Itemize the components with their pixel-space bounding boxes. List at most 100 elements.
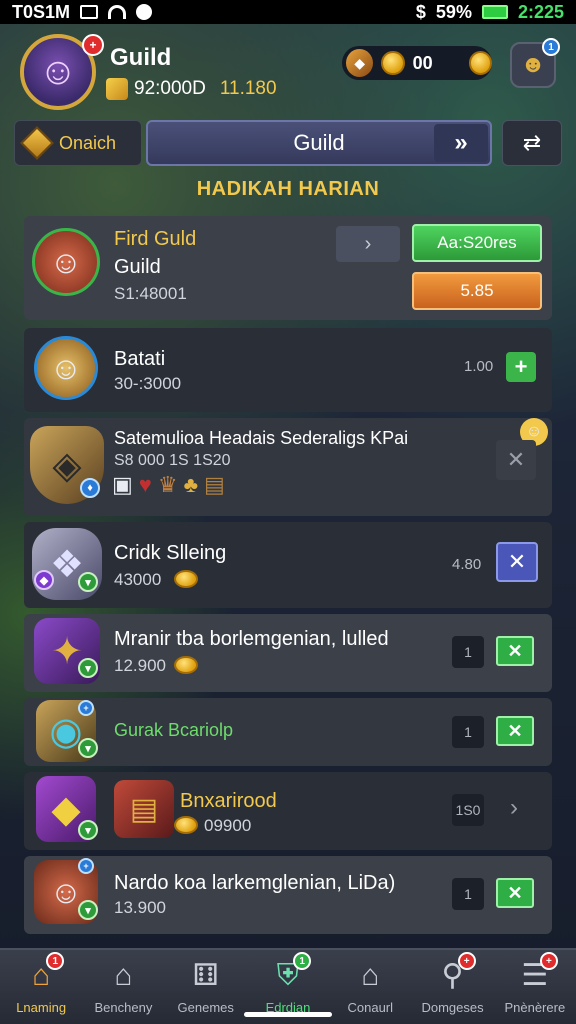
hero-avatar: ☺ (32, 228, 100, 296)
nav-label: Bencheny (94, 1000, 153, 1015)
row-count: 1S0 (452, 794, 484, 826)
heart-icon: ♥ (138, 472, 152, 497)
mail-icon (80, 5, 99, 19)
nav-label: Conaurl (347, 1000, 394, 1015)
list-item[interactable]: ☺ + ▾ Nardo koa larkemglenian, LiDa) 13.… (24, 856, 552, 934)
list-item[interactable]: ❖ ◆ ▾ Cridk Slleing 43000 4.80 ✕ (24, 522, 552, 608)
treasure-icon: ♣ (183, 472, 199, 497)
chevron-right-icon[interactable]: › (510, 794, 518, 822)
nav-item-conaurl[interactable]: ⌂ Conaurl (329, 950, 411, 1024)
sync-icon (136, 4, 153, 20)
armor-icon: ▣ (112, 472, 133, 497)
list-item[interactable]: ◆ ▾ ▤ Bnxarirood 09900 1S0 › (24, 772, 552, 850)
coin-icon (174, 816, 198, 834)
nav-badge: 1 (46, 952, 65, 970)
status-time-left: T0S1M (12, 1, 71, 22)
close-icon[interactable]: ✕ (496, 542, 538, 582)
reward-button[interactable]: 5.85 (412, 272, 542, 310)
row-title: Nardo koa larkemglenian, LiDa) (114, 872, 396, 894)
green-rank-icon: ▾ (78, 820, 98, 840)
battery-icon (481, 5, 508, 19)
nav-label: Lnaming (16, 1000, 67, 1015)
nav-item-lnaming[interactable]: ⌂ 1 Lnaming (0, 950, 82, 1024)
house-outline-icon: ⌂ (114, 959, 133, 992)
home-indicator[interactable] (244, 1012, 332, 1017)
close-icon[interactable]: ✕ (496, 636, 534, 666)
coin-icon (174, 656, 198, 674)
shield-rank-icon: ◆ (346, 49, 374, 77)
row-title: Mranir tba borlemgenian, lulled (114, 628, 389, 650)
row-title: Bnxarirood (180, 790, 277, 812)
nav-label: Pnènèrere (504, 1000, 566, 1015)
blue-plus-icon: + (78, 858, 94, 874)
row-title: Batati (114, 348, 166, 370)
green-rank-icon: ▾ (78, 572, 98, 592)
nav-item-bencheny[interactable]: ⌂ Bencheny (82, 950, 164, 1024)
nav-item-pnenerere[interactable]: ☰ + Pnènèrere (494, 950, 576, 1024)
status-bar: T0S1M $ 59% 2:225 (0, 0, 576, 24)
row-title: Fird Guld (114, 228, 197, 250)
diamond-icon (20, 126, 54, 160)
close-icon[interactable]: ✕ (496, 878, 534, 908)
chest-icon: ▤ (204, 472, 225, 497)
top-tabs: Onaich Guild » ⇄ (14, 120, 562, 168)
guild-title: Guild (110, 44, 172, 71)
expand-chevron-icon[interactable]: › (336, 226, 400, 262)
list-item[interactable]: ◈ ♦ Satemulioa Headais Sederaligs KPai S… (24, 418, 552, 516)
row-title: Satemulioa Headais Sederaligs KPai (114, 428, 409, 448)
green-rank-icon: ▾ (78, 738, 98, 758)
row-value: S8 000 1S 1S20 (114, 452, 231, 469)
row-value: 12.900 (114, 656, 166, 675)
guild-stat-gold: 11.180 (219, 78, 277, 99)
green-rank-icon: ▾ (78, 658, 98, 678)
guild-stats: 92:000D 11.180 (106, 78, 277, 100)
list-item[interactable]: ◉ + ▾ Gurak Bcariolp 1 ✕ (24, 698, 552, 766)
row-count: 1 (452, 636, 484, 668)
close-icon[interactable]: ✕ (496, 716, 534, 746)
list-item[interactable]: ✦ ▾ Mranir tba borlemgenian, lulled 12.9… (24, 614, 552, 692)
tab-guild[interactable]: Guild » (146, 120, 492, 166)
list-item[interactable]: ☺ Fird Guld Guild S1:48001 › Aa:S20res 5… (24, 216, 552, 320)
row-title: Gurak Bcariolp (114, 720, 234, 740)
row-value: 09900 (204, 816, 252, 835)
swap-button[interactable]: ⇄ (502, 120, 562, 166)
nav-label: Domgeses (421, 1000, 484, 1015)
row-value: 43000 (114, 570, 162, 589)
add-button[interactable]: + (506, 352, 536, 382)
list-item[interactable]: ☺ Batati 30-:3000 1.00 + (24, 328, 552, 412)
gold-box-icon (106, 78, 128, 100)
nav-badge: + (539, 952, 558, 970)
row-count: 4.80 (452, 556, 482, 573)
tab-onaich[interactable]: Onaich (14, 120, 142, 166)
guild-stat-value: 92:000D (134, 78, 206, 99)
double-chevron-right-icon[interactable]: » (434, 124, 488, 162)
wifi-icon (108, 5, 127, 19)
green-rank-icon: ▾ (78, 900, 98, 920)
purple-gem-icon: ◆ (34, 570, 54, 590)
currency-value: 00 (412, 52, 433, 73)
rank-badge-icon: ♦ (80, 478, 100, 498)
status-clock: 2:225 (517, 1, 564, 22)
currency-pill[interactable]: ◆ 00 (342, 46, 492, 80)
nav-item-domgeses[interactable]: ⚲ + Domgeses (411, 950, 493, 1024)
row-count: 1 (452, 878, 484, 910)
house-icon: ⌂ (361, 959, 380, 992)
row-value: 13.900 (114, 898, 166, 917)
nav-item-genemes[interactable]: ⚅ Genemes (165, 950, 247, 1024)
signal-icon: $ (415, 1, 426, 22)
reward-items: ▣ ♥ ♛ ♣ ▤ (112, 472, 225, 498)
nav-badge: + (457, 952, 476, 970)
row-title: Cridk Slleing (114, 542, 227, 564)
treasure-chest-icon: ▤ (114, 780, 174, 838)
row-count: 1.00 (464, 358, 494, 375)
row-value: S1:48001 (114, 284, 187, 303)
battery-percent: 59% (435, 1, 472, 22)
hero-avatar: ☺ (34, 336, 98, 400)
blue-plus-icon: + (78, 700, 94, 716)
close-icon[interactable]: ✕ (496, 440, 536, 480)
row-value: 30-:3000 (114, 374, 182, 393)
coin-icon (381, 51, 405, 75)
coin-add-icon[interactable] (468, 51, 492, 75)
accept-button[interactable]: Aa:S20res (412, 224, 542, 262)
tab-guild-label: Guild (293, 130, 345, 155)
